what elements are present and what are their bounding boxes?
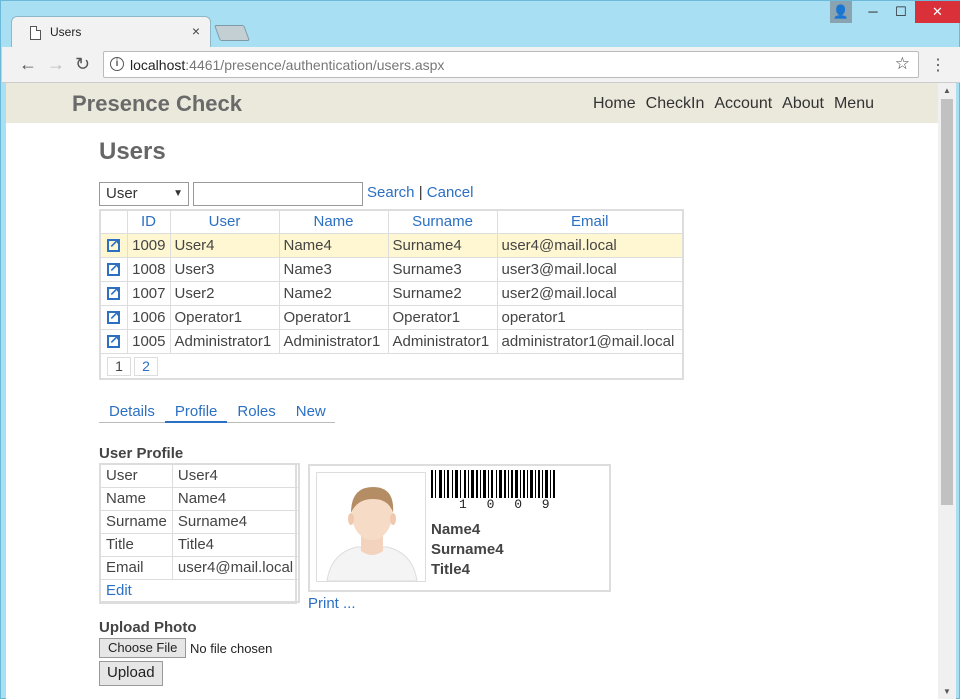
- nav-about[interactable]: About: [782, 95, 824, 113]
- no-file-text: No file chosen: [190, 641, 273, 656]
- print-link[interactable]: Print ...: [308, 595, 356, 612]
- barcode-digits: 1 0 0 9: [459, 497, 556, 512]
- user-profile-heading: User Profile: [99, 445, 184, 462]
- tab-details[interactable]: Details: [99, 401, 165, 423]
- tab-roles[interactable]: Roles: [227, 401, 285, 423]
- minimize-button[interactable]: ─: [859, 1, 887, 23]
- scroll-up-icon[interactable]: ▲: [943, 86, 951, 95]
- column-header-name[interactable]: Name: [278, 209, 389, 234]
- table-row[interactable]: 1007 User2 Name2 Surname2 user2@mail.loc…: [99, 280, 684, 306]
- tab-close-icon[interactable]: ×: [192, 23, 200, 39]
- pager-row: [100, 353, 683, 379]
- page-icon: [30, 26, 41, 40]
- card-surname: Surname4: [431, 541, 504, 558]
- scrollbar-thumb[interactable]: [941, 99, 953, 505]
- cancel-link[interactable]: Cancel: [427, 184, 474, 201]
- card-title: Title4: [431, 561, 470, 578]
- id-card: 1 0 0 9 Name4 Surname4 Title4: [308, 464, 611, 592]
- site-header: Presence Check Home CheckIn Account Abou…: [6, 83, 938, 123]
- table-row[interactable]: 1006 Operator1 Operator1 Operator1 opera…: [99, 304, 684, 330]
- open-external-icon[interactable]: [107, 283, 121, 300]
- scroll-down-icon[interactable]: ▼: [943, 687, 951, 696]
- upload-button[interactable]: Upload: [99, 661, 163, 686]
- barcode: [431, 470, 555, 498]
- back-arrow-icon[interactable]: ←: [19, 54, 37, 75]
- search-link[interactable]: Search: [367, 184, 415, 201]
- site-nav: Home CheckIn Account About Menu: [593, 95, 874, 113]
- open-external-icon[interactable]: [107, 307, 121, 324]
- user-photo: [316, 472, 426, 582]
- search-field-select[interactable]: User ▼: [99, 182, 189, 206]
- profile-row: Title Title4: [99, 532, 300, 557]
- table-row[interactable]: 1005 Administrator1 Administrator1 Admin…: [99, 328, 684, 354]
- page-title: Users: [99, 138, 166, 165]
- site-brand[interactable]: Presence Check: [72, 91, 242, 117]
- nav-account[interactable]: Account: [714, 95, 772, 113]
- users-table: ID User Name Surname Email 1009 User4 Na…: [99, 209, 684, 380]
- table-row[interactable]: 1008 User3 Name3 Surname3 user3@mail.loc…: [99, 256, 684, 282]
- nav-checkin[interactable]: CheckIn: [646, 95, 705, 113]
- bookmark-star-icon[interactable]: ☆: [895, 54, 910, 74]
- edit-link[interactable]: Edit: [106, 582, 132, 599]
- address-bar[interactable]: i localhost:4461/presence/authentication…: [103, 51, 919, 78]
- choose-file-button[interactable]: Choose File: [99, 638, 187, 658]
- page-viewport: Presence Check Home CheckIn Account Abou…: [6, 83, 938, 699]
- column-header-id[interactable]: ID: [126, 209, 171, 234]
- browser-window: Users × 👤 ─ ☐ ✕ ← → ↻ i localhost:4461/p…: [0, 0, 960, 699]
- table-row[interactable]: 1009 User4 Name4 Surname4 user4@mail.loc…: [99, 232, 684, 258]
- upload-photo-heading: Upload Photo: [99, 619, 197, 636]
- search-links: Search | Cancel: [367, 184, 474, 201]
- open-external-icon[interactable]: [107, 259, 121, 276]
- info-icon[interactable]: i: [110, 57, 124, 71]
- forward-arrow-icon[interactable]: →: [47, 54, 65, 75]
- column-header-select: [99, 209, 128, 234]
- vertical-scrollbar[interactable]: ▲ ▼: [938, 83, 956, 699]
- open-external-icon[interactable]: [107, 235, 121, 252]
- profile-row: Email user4@mail.local: [99, 555, 300, 580]
- page-2[interactable]: 2: [134, 357, 158, 376]
- browser-menu-icon[interactable]: ⋮: [930, 55, 946, 75]
- browser-toolbar: ← → ↻ i localhost:4461/presence/authenti…: [2, 47, 960, 83]
- column-header-surname[interactable]: Surname: [387, 209, 498, 234]
- new-tab-button[interactable]: [214, 25, 250, 41]
- column-header-email[interactable]: Email: [496, 209, 684, 234]
- nav-menu[interactable]: Menu: [834, 95, 874, 113]
- tab-new[interactable]: New: [286, 401, 336, 423]
- profile-row: Name Name4: [99, 486, 300, 511]
- avatar-icon: [326, 487, 418, 582]
- browser-tab[interactable]: Users ×: [11, 16, 211, 48]
- profile-row: Surname Surname4: [99, 509, 300, 534]
- close-window-button[interactable]: ✕: [915, 1, 960, 23]
- column-header-user[interactable]: User: [169, 209, 280, 234]
- page-1: 1: [107, 357, 131, 376]
- maximize-button[interactable]: ☐: [887, 1, 915, 23]
- chevron-down-icon: ▼: [173, 188, 183, 199]
- card-details: Name4 Surname4 Title4: [431, 520, 504, 580]
- tab-profile[interactable]: Profile: [164, 401, 228, 423]
- tab-title: Users: [50, 25, 82, 39]
- user-profile-icon[interactable]: 👤: [830, 1, 852, 23]
- nav-home[interactable]: Home: [593, 95, 636, 113]
- card-name: Name4: [431, 521, 481, 538]
- profile-row: User User4: [99, 463, 300, 488]
- reload-icon[interactable]: ↻: [75, 54, 90, 75]
- detail-tabs: Details Profile Roles New: [99, 401, 335, 423]
- pager: 1 2: [107, 357, 158, 376]
- open-external-icon[interactable]: [107, 331, 121, 348]
- url-text: localhost:4461/presence/authentication/u…: [130, 57, 445, 73]
- search-input[interactable]: [193, 182, 363, 206]
